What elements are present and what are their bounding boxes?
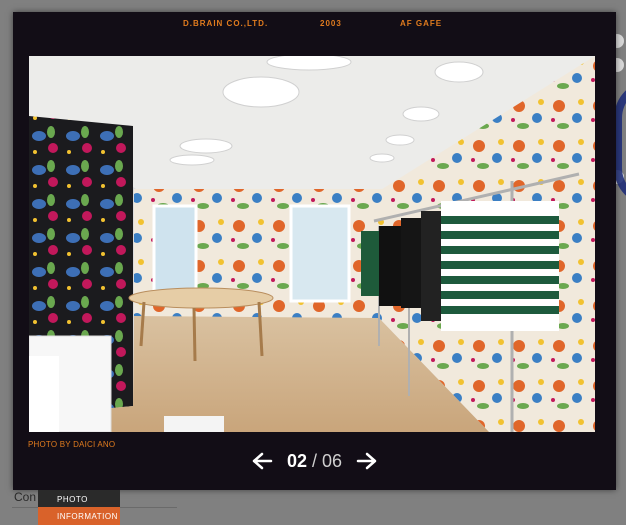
next-arrow-icon[interactable] (354, 451, 378, 471)
project-year: 2003 (320, 19, 342, 28)
photo-pager: 02 / 06 (13, 450, 616, 474)
gallery-photo (29, 56, 595, 432)
previous-arrow-icon[interactable] (251, 451, 275, 471)
tab-information[interactable]: INFORMATION (38, 507, 120, 525)
tab-photo[interactable]: PHOTO (38, 490, 120, 507)
page-separator: / (311, 450, 317, 471)
photo-lightbox: D.BRAIN CO.,LTD. 2003 AF GAFE PHOTO BY D… (13, 12, 616, 490)
striped-sweater (441, 201, 559, 331)
total-pages: 06 (322, 450, 343, 471)
store-interior-illustration (29, 56, 595, 432)
current-page: 02 (286, 450, 307, 471)
photo-credit: PHOTO BY DAICI ANO (28, 440, 116, 449)
background-text: Con (14, 490, 37, 504)
project-name: AF GAFE (400, 19, 443, 28)
page-indicator: 02 / 06 (287, 451, 342, 471)
company-name: D.BRAIN CO.,LTD. (183, 19, 269, 28)
lightbox-header: D.BRAIN CO.,LTD. 2003 AF GAFE (13, 12, 616, 36)
